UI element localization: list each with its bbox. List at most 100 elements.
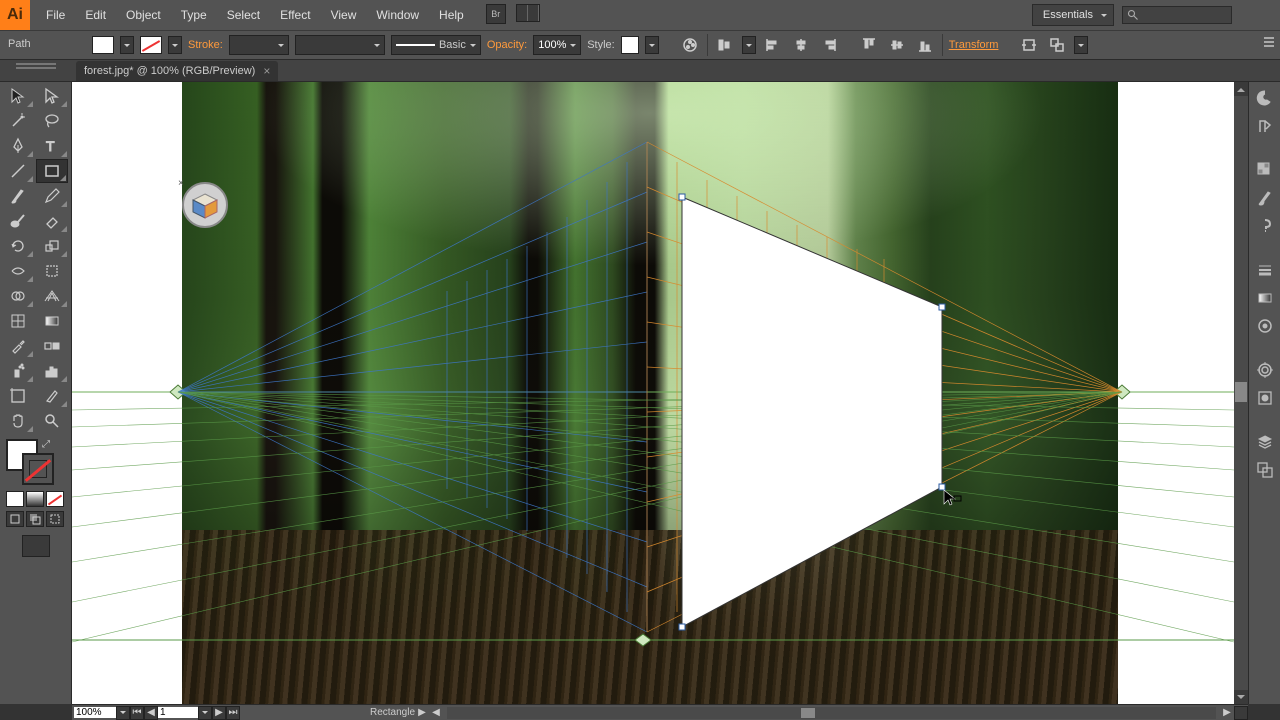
color-guide-panel-icon[interactable]: [1253, 114, 1277, 138]
align-right-icon[interactable]: [818, 34, 840, 56]
edit-clip-icon[interactable]: [1046, 34, 1068, 56]
arrange-documents-icon[interactable]: [516, 4, 540, 22]
hand-tool[interactable]: [2, 409, 34, 433]
align-panel-icon[interactable]: [714, 34, 736, 56]
perspective-grid-tool[interactable]: [36, 284, 68, 308]
blob-brush-tool[interactable]: [2, 209, 34, 233]
menu-file[interactable]: File: [38, 4, 73, 26]
workspace-switcher[interactable]: Essentials: [1032, 4, 1114, 26]
column-graph-tool[interactable]: [36, 359, 68, 383]
close-tab-button[interactable]: ×: [263, 64, 270, 78]
stroke-color-box[interactable]: [22, 453, 54, 485]
menu-help[interactable]: Help: [431, 4, 472, 26]
draw-behind-icon[interactable]: [26, 511, 44, 527]
bridge-icon[interactable]: Br: [486, 4, 506, 24]
first-artboard-button[interactable]: ⏮: [130, 706, 144, 720]
widget-close-icon[interactable]: ×: [178, 178, 184, 189]
transparency-panel-icon[interactable]: [1253, 314, 1277, 338]
eraser-tool[interactable]: [36, 209, 68, 233]
vertical-scroll-thumb[interactable]: [1235, 382, 1247, 402]
gradient-tool[interactable]: [36, 309, 68, 333]
artboards-panel-icon[interactable]: [1253, 458, 1277, 482]
magic-wand-tool[interactable]: [2, 109, 34, 133]
transform-link[interactable]: Transform: [949, 39, 999, 51]
artboard-number-input[interactable]: 1: [158, 707, 198, 718]
resize-grip[interactable]: [1234, 706, 1248, 720]
scale-tool[interactable]: [36, 234, 68, 258]
hscroll-right-button[interactable]: ▶: [1220, 706, 1234, 720]
menu-type[interactable]: Type: [173, 4, 215, 26]
selection-tool[interactable]: [2, 84, 34, 108]
swatches-panel-icon[interactable]: [1253, 158, 1277, 182]
isolate-icon[interactable]: [1018, 34, 1040, 56]
search-box[interactable]: [1122, 6, 1232, 24]
direct-selection-tool[interactable]: [36, 84, 68, 108]
width-tool[interactable]: [2, 259, 34, 283]
vertical-scrollbar[interactable]: [1234, 82, 1248, 704]
blend-tool[interactable]: [36, 334, 68, 358]
symbol-sprayer-tool[interactable]: [2, 359, 34, 383]
slice-tool[interactable]: [36, 384, 68, 408]
scroll-up-button[interactable]: [1234, 82, 1248, 96]
swap-fill-stroke-icon[interactable]: ⤢: [42, 439, 50, 450]
eyedropper-tool[interactable]: [2, 334, 34, 358]
mesh-tool[interactable]: [2, 309, 34, 333]
shape-builder-tool[interactable]: [2, 284, 34, 308]
align-vcenter-icon[interactable]: [886, 34, 908, 56]
artboard-tool[interactable]: [2, 384, 34, 408]
appearance-panel-icon[interactable]: [1253, 358, 1277, 382]
stroke-profile-select[interactable]: [295, 35, 385, 55]
menu-select[interactable]: Select: [219, 4, 268, 26]
graphic-styles-panel-icon[interactable]: [1253, 386, 1277, 410]
fill-stroke-indicator[interactable]: ⤢: [2, 439, 69, 487]
prev-artboard-button[interactable]: ◀: [144, 706, 158, 720]
style-swatch[interactable]: [621, 36, 639, 54]
edit-clip-dropdown[interactable]: [1074, 36, 1088, 54]
screen-mode-icon[interactable]: [22, 535, 50, 557]
pen-tool[interactable]: [2, 134, 34, 158]
brushes-panel-icon[interactable]: [1253, 186, 1277, 210]
last-artboard-button[interactable]: ⏭: [226, 706, 240, 720]
color-panel-icon[interactable]: [1253, 86, 1277, 110]
fill-swatch[interactable]: [92, 36, 114, 54]
gradient-panel-icon[interactable]: [1253, 286, 1277, 310]
tools-panel-grip[interactable]: [4, 62, 68, 70]
layers-panel-icon[interactable]: [1253, 430, 1277, 454]
menu-edit[interactable]: Edit: [77, 4, 114, 26]
stroke-weight-select[interactable]: [229, 35, 289, 55]
symbols-panel-icon[interactable]: [1253, 214, 1277, 238]
free-transform-tool[interactable]: [36, 259, 68, 283]
next-artboard-button[interactable]: ▶: [212, 706, 226, 720]
align-top-icon[interactable]: [858, 34, 880, 56]
zoom-level-input[interactable]: 100%: [74, 707, 116, 718]
color-mode-solid[interactable]: [6, 491, 24, 507]
menu-effect[interactable]: Effect: [272, 4, 318, 26]
color-mode-gradient[interactable]: [26, 491, 44, 507]
lasso-tool[interactable]: [36, 109, 68, 133]
stroke-panel-icon[interactable]: [1253, 258, 1277, 282]
brush-select[interactable]: Basic: [391, 35, 481, 55]
stroke-dropdown[interactable]: [168, 36, 182, 54]
artboard-dropdown[interactable]: [198, 706, 212, 720]
align-bottom-icon[interactable]: [914, 34, 936, 56]
canvas-area[interactable]: ×: [72, 82, 1248, 704]
zoom-dropdown[interactable]: [116, 706, 130, 720]
scroll-down-button[interactable]: [1234, 690, 1248, 704]
menu-view[interactable]: View: [323, 4, 365, 26]
perspective-plane-widget[interactable]: ×: [182, 182, 228, 228]
rotate-tool[interactable]: [2, 234, 34, 258]
rectangle-tool[interactable]: [36, 159, 68, 183]
document-tab[interactable]: forest.jpg* @ 100% (RGB/Preview) ×: [76, 61, 278, 81]
fill-dropdown[interactable]: [120, 36, 134, 54]
align-left-icon[interactable]: [762, 34, 784, 56]
menu-object[interactable]: Object: [118, 4, 169, 26]
horizontal-scrollbar[interactable]: [447, 707, 1216, 719]
line-tool[interactable]: [2, 159, 34, 183]
align-hcenter-icon[interactable]: [790, 34, 812, 56]
type-tool[interactable]: T: [36, 134, 68, 158]
zoom-tool[interactable]: [36, 409, 68, 433]
paintbrush-tool[interactable]: [2, 184, 34, 208]
recolor-icon[interactable]: [679, 34, 701, 56]
status-menu-button[interactable]: ▶: [415, 706, 429, 720]
menu-window[interactable]: Window: [368, 4, 427, 26]
